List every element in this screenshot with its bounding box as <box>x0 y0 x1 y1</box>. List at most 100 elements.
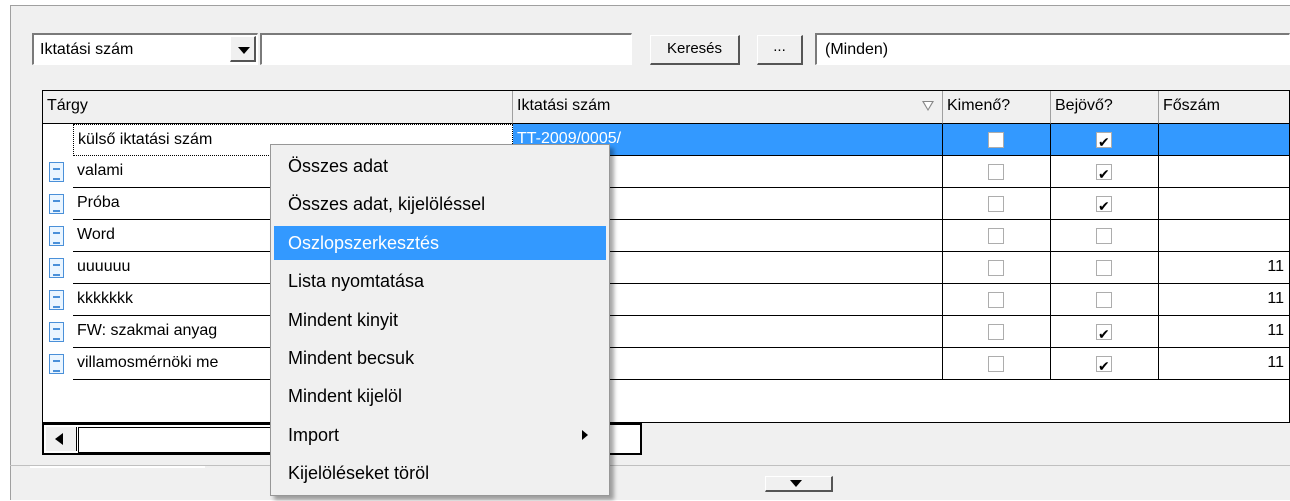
cell-incoming[interactable] <box>1051 124 1159 156</box>
incoming-checkbox[interactable] <box>1096 260 1112 276</box>
cell-main-number[interactable] <box>1159 188 1289 220</box>
more-options-button[interactable]: ... <box>757 35 803 65</box>
table-row[interactable]: külső iktatási szám TT-2009/0005/ <box>43 124 1289 156</box>
outgoing-checkbox[interactable] <box>988 132 1004 148</box>
menu-item[interactable]: Mindent kijelöl <box>274 379 606 413</box>
column-header-incoming-label: Bejövő? <box>1055 97 1113 114</box>
cell-outgoing[interactable] <box>943 316 1051 348</box>
menu-item[interactable]: Oszlopszerkesztés <box>274 225 606 260</box>
cell-incoming[interactable] <box>1051 220 1159 252</box>
scroll-left-arrow-icon[interactable] <box>46 427 77 451</box>
field-select[interactable]: Iktatási szám <box>32 33 258 65</box>
cell-subject-text: villamosmérnöki me <box>77 354 219 371</box>
cell-incoming[interactable] <box>1051 188 1159 220</box>
outgoing-checkbox[interactable] <box>988 292 1004 308</box>
outgoing-checkbox[interactable] <box>988 356 1004 372</box>
row-icon-cell <box>43 252 73 284</box>
expand-panel-button[interactable] <box>765 476 833 492</box>
search-button[interactable]: Keresés <box>650 35 740 65</box>
cell-outgoing[interactable] <box>943 252 1051 284</box>
menu-item[interactable]: Összes adat <box>274 149 606 183</box>
column-header-incoming[interactable]: Bejövő? <box>1051 91 1159 124</box>
cell-subject-text: uuuuuu <box>77 258 131 275</box>
incoming-checkbox[interactable] <box>1096 192 1112 219</box>
document-grid[interactable]: Tárgy Iktatási szám Kimenő? Bejövő? Fősz… <box>42 90 1290 423</box>
cell-main-number[interactable]: 11 <box>1159 348 1289 380</box>
table-row[interactable]: kkkkkkk 0118 / 2/ 11 <box>43 284 1289 316</box>
cell-outgoing[interactable] <box>943 220 1051 252</box>
incoming-checkbox[interactable] <box>1096 292 1112 308</box>
cell-outgoing[interactable] <box>943 348 1051 380</box>
cell-incoming[interactable] <box>1051 156 1159 188</box>
column-header-subject-label: Tárgy <box>47 97 88 114</box>
column-header-main-number[interactable]: Főszám <box>1159 91 1289 124</box>
menu-item-label: Összes adat <box>288 156 389 176</box>
menu-item[interactable]: Mindent kinyit <box>274 303 606 337</box>
menu-item[interactable]: Import <box>274 418 606 452</box>
menu-item-label: Mindent kijelöl <box>288 386 403 407</box>
incoming-checkbox[interactable] <box>1096 320 1112 347</box>
chevron-down-icon <box>238 47 250 54</box>
scrollbar-thumb[interactable] <box>78 427 300 453</box>
outgoing-checkbox[interactable] <box>988 228 1004 244</box>
cell-incoming[interactable] <box>1051 348 1159 380</box>
column-header-reg-number-label: Iktatási szám <box>517 97 611 114</box>
cell-incoming[interactable] <box>1051 284 1159 316</box>
table-row[interactable]: valami 0004/ <box>43 156 1289 188</box>
menu-item[interactable]: Összes adat, kijelöléssel <box>274 187 606 221</box>
menu-item[interactable]: Lista nyomtatása <box>274 264 606 298</box>
table-row[interactable]: Próba 0003/ <box>43 188 1289 220</box>
context-menu: Összes adat Összes adat, kijelöléssel Oszl… <box>270 144 610 496</box>
cell-main-number[interactable] <box>1159 124 1289 156</box>
cell-outgoing[interactable] <box>943 188 1051 220</box>
cell-outgoing[interactable] <box>943 156 1051 188</box>
cell-main-number[interactable]: 11 <box>1159 252 1289 284</box>
submenu-arrow-icon <box>582 429 588 440</box>
menu-item-label: Összes adat, kijelöléssel <box>288 194 486 215</box>
cell-main-number[interactable]: 11 <box>1159 284 1289 316</box>
column-header-reg-number[interactable]: Iktatási szám <box>513 91 943 124</box>
row-icon-cell <box>43 316 73 348</box>
menu-item-label: Kijelöléseket töröl <box>288 463 430 484</box>
outgoing-checkbox[interactable] <box>988 260 1004 276</box>
incoming-checkbox[interactable] <box>1096 228 1112 244</box>
cell-main-number[interactable]: 11 <box>1159 316 1289 348</box>
field-select-value: Iktatási szám <box>40 41 134 58</box>
incoming-checkbox[interactable] <box>1096 352 1112 379</box>
row-icon-cell <box>43 284 73 316</box>
table-row[interactable]: villamosmérnöki me 0116/ 11 <box>43 348 1289 380</box>
cell-outgoing[interactable] <box>943 124 1051 156</box>
menu-item-label: Oszlopszerkesztés <box>288 232 440 253</box>
incoming-checkbox[interactable] <box>1096 128 1112 155</box>
cell-main-number-text: 11 <box>1267 258 1284 275</box>
cell-main-number[interactable] <box>1159 156 1289 188</box>
document-icon <box>49 322 64 342</box>
cell-main-number-text: 11 <box>1267 322 1284 339</box>
table-row[interactable]: FW: szakmai anyag 0117 / 2/ / (2) 11 <box>43 316 1289 348</box>
document-icon <box>49 226 64 246</box>
column-header-subject[interactable]: Tárgy <box>43 91 513 124</box>
field-select-dropdown-button[interactable] <box>230 36 256 62</box>
outgoing-checkbox[interactable] <box>988 196 1004 212</box>
menu-item[interactable]: Mindent becsuk <box>274 341 606 375</box>
table-row[interactable]: Word 0001/ <box>43 220 1289 252</box>
scrollbar-filler <box>642 423 1290 455</box>
table-row[interactable]: uuuuuu 0118/ 11 <box>43 252 1289 284</box>
menu-item[interactable]: Kijelöléseket töröl <box>274 456 606 490</box>
cell-main-number-text: 11 <box>1267 354 1284 371</box>
cell-outgoing[interactable] <box>943 284 1051 316</box>
column-header-outgoing[interactable]: Kimenő? <box>943 91 1051 124</box>
outgoing-checkbox[interactable] <box>988 324 1004 340</box>
chevron-down-icon <box>790 480 802 487</box>
cell-main-number[interactable] <box>1159 220 1289 252</box>
cell-incoming[interactable] <box>1051 252 1159 284</box>
cell-incoming[interactable] <box>1051 316 1159 348</box>
search-input[interactable] <box>260 33 632 65</box>
filter-field[interactable]: (Minden) <box>815 33 1290 65</box>
cell-subject-text: Próba <box>77 194 120 211</box>
incoming-checkbox[interactable] <box>1096 160 1112 187</box>
document-icon <box>49 354 64 374</box>
outgoing-checkbox[interactable] <box>988 164 1004 180</box>
menu-item-label: Mindent becsuk <box>288 348 415 368</box>
filter-value: (Minden) <box>825 41 889 58</box>
